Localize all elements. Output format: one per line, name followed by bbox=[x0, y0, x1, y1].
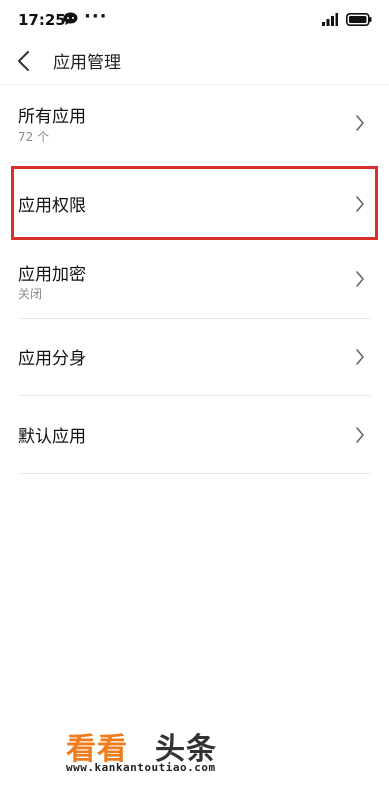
menu-item-subtitle: 72 个 bbox=[18, 130, 50, 144]
app-header: 应用管理 bbox=[0, 40, 389, 85]
divider bbox=[18, 395, 371, 396]
page-title: 应用管理 bbox=[53, 53, 121, 73]
more-notifications-icon: ··· bbox=[84, 6, 108, 27]
chevron-left-icon[interactable] bbox=[10, 46, 40, 76]
menu-item-subtitle: 关闭 bbox=[18, 287, 43, 301]
menu-item-label: 应用加密 bbox=[18, 265, 86, 285]
menu-item-app-clone[interactable]: 应用分身 bbox=[18, 344, 371, 384]
divider bbox=[18, 318, 371, 319]
highlight-annotation-box bbox=[11, 166, 378, 240]
menu-item-label: 默认应用 bbox=[18, 427, 86, 447]
menu-item-label: 所有应用 bbox=[18, 107, 86, 127]
watermark-url: www.kankantoutiao.com bbox=[66, 761, 216, 774]
status-time: 17:25 bbox=[18, 11, 66, 29]
divider bbox=[18, 473, 371, 474]
battery-icon bbox=[346, 13, 372, 26]
menu-item-app-encryption[interactable]: 应用加密 关闭 bbox=[18, 260, 371, 320]
chevron-right-icon bbox=[356, 271, 364, 287]
menu-item-all-apps[interactable]: 所有应用 72 个 bbox=[18, 102, 371, 162]
chevron-right-icon bbox=[356, 427, 364, 443]
menu-item-default-apps[interactable]: 默认应用 bbox=[18, 422, 371, 462]
watermark-logo: 看看 头条 www.kankantoutiao.com bbox=[62, 720, 262, 780]
menu-item-label: 应用分身 bbox=[18, 349, 86, 369]
chat-bubble-icon bbox=[63, 12, 78, 25]
status-bar: 17:25 ··· bbox=[0, 0, 389, 40]
signal-icon bbox=[322, 13, 338, 26]
chevron-right-icon bbox=[356, 115, 364, 131]
chevron-right-icon bbox=[356, 349, 364, 365]
